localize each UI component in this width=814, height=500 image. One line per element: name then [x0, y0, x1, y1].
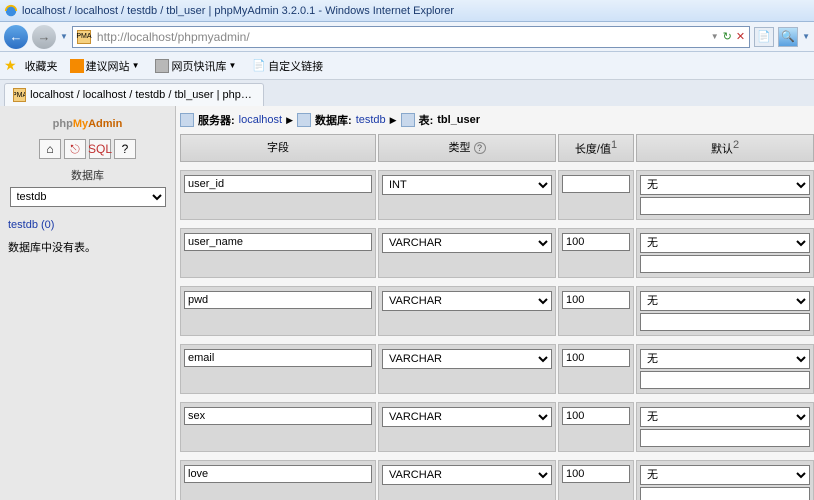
suggested-sites[interactable]: 建议网站 ▼ [66, 56, 144, 76]
stop-icon[interactable]: ✕ [736, 30, 745, 43]
browser-tab[interactable]: PMA localhost / localhost / testdb / tbl… [4, 83, 264, 106]
database-select[interactable]: testdb [10, 187, 166, 207]
logout-icon[interactable]: ⎋ [64, 139, 86, 159]
database-link[interactable]: testdb (0) [6, 219, 54, 231]
field-type-select[interactable]: VARCHAR [382, 291, 552, 311]
col-type: 类型? [378, 134, 556, 162]
field-type-select[interactable]: VARCHAR [382, 349, 552, 369]
address-bar[interactable]: PMA ▼ ↻ ✕ [72, 26, 750, 48]
compat-button[interactable]: 📄 [754, 27, 774, 47]
window-title: localhost / localhost / testdb / tbl_use… [22, 5, 454, 17]
field-length-input[interactable] [562, 407, 630, 425]
search-button[interactable]: 🔍 [778, 27, 798, 47]
field-name-input[interactable] [184, 175, 372, 193]
favorites-bar: ★ 收藏夹 建议网站 ▼ 网页快讯库 ▼ 📄 自定义链接 [0, 52, 814, 80]
star-icon[interactable]: ★ [4, 57, 17, 74]
field-default-select[interactable]: 无 [640, 233, 810, 253]
table-icon [401, 113, 415, 127]
chevron-down-icon[interactable]: ▼ [711, 32, 719, 41]
browser-navbar: ← → ▼ PMA ▼ ↻ ✕ 📄 🔍 ▼ [0, 22, 814, 52]
custom-links[interactable]: 📄 自定义链接 [248, 56, 327, 76]
url-input[interactable] [95, 29, 707, 45]
field-name-input[interactable] [184, 407, 372, 425]
breadcrumb: 服务器: localhost ▶ 数据库: testdb ▶ 表: tbl_us… [180, 110, 814, 134]
field-default-input[interactable] [640, 429, 810, 447]
phpmyadmin-logo: phpMyAdmin [53, 114, 123, 131]
pma-favicon: PMA [13, 88, 26, 102]
field-length-input[interactable] [562, 175, 630, 193]
field-type-select[interactable]: INT [382, 175, 552, 195]
web-slices[interactable]: 网页快讯库 ▼ [151, 56, 240, 76]
fields-grid: 字段 类型? 长度/值1 默认2 INT无 VARCHAR无 VARCHAR无 … [180, 134, 814, 500]
pma-favicon: PMA [77, 30, 91, 44]
field-name-input[interactable] [184, 349, 372, 367]
field-name-input[interactable] [184, 233, 372, 251]
field-default-input[interactable] [640, 487, 810, 500]
db-link[interactable]: testdb [356, 114, 386, 126]
col-default: 默认2 [636, 134, 814, 162]
field-default-input[interactable] [640, 371, 810, 389]
field-default-select[interactable]: 无 [640, 349, 810, 369]
server-label: 服务器: [198, 112, 235, 128]
back-button[interactable]: ← [4, 25, 28, 49]
sql-icon[interactable]: SQL [89, 139, 111, 159]
refresh-icon[interactable]: ↻ [723, 30, 732, 43]
chevron-down-icon[interactable]: ▼ [802, 32, 810, 41]
page-icon: 📄 [252, 59, 266, 72]
field-default-input[interactable] [640, 313, 810, 331]
field-type-select[interactable]: VARCHAR [382, 233, 552, 253]
field-default-input[interactable] [640, 197, 810, 215]
field-name-input[interactable] [184, 291, 372, 309]
ie-icon [4, 4, 18, 18]
slice-icon [155, 59, 169, 73]
docs-icon[interactable]: ? [114, 139, 136, 159]
field-type-select[interactable]: VARCHAR [382, 407, 552, 427]
sidebar: phpMyAdmin ⌂ ⎋ SQL ? 数据库 testdb testdb (… [0, 106, 176, 500]
field-length-input[interactable] [562, 233, 630, 251]
orange-icon [70, 59, 84, 73]
caret-icon: ▶ [286, 115, 293, 126]
field-length-input[interactable] [562, 465, 630, 483]
tab-bar: PMA localhost / localhost / testdb / tbl… [0, 80, 814, 106]
field-type-select[interactable]: VARCHAR [382, 465, 552, 485]
db-label: 数据库: [315, 112, 352, 128]
no-tables-text: 数据库中没有表。 [6, 239, 96, 255]
favorites-label: 收藏夹 [25, 58, 58, 74]
main-panel: 服务器: localhost ▶ 数据库: testdb ▶ 表: tbl_us… [176, 106, 814, 500]
window-titlebar: localhost / localhost / testdb / tbl_use… [0, 0, 814, 22]
field-length-input[interactable] [562, 349, 630, 367]
home-icon[interactable]: ⌂ [39, 139, 61, 159]
tab-title: localhost / localhost / testdb / tbl_use… [30, 89, 255, 101]
field-length-input[interactable] [562, 291, 630, 309]
field-name-input[interactable] [184, 465, 372, 483]
field-default-select[interactable]: 无 [640, 407, 810, 427]
server-icon [180, 113, 194, 127]
table-name: tbl_user [437, 114, 480, 126]
col-length: 长度/值1 [558, 134, 634, 162]
database-icon [297, 113, 311, 127]
field-default-select[interactable]: 无 [640, 465, 810, 485]
help-icon[interactable]: ? [474, 142, 486, 154]
database-label: 数据库 [71, 167, 104, 183]
forward-button[interactable]: → [32, 25, 56, 49]
field-default-input[interactable] [640, 255, 810, 273]
caret-icon: ▶ [390, 115, 397, 126]
col-field: 字段 [180, 134, 376, 162]
table-label: 表: [419, 112, 434, 128]
field-default-select[interactable]: 无 [640, 291, 810, 311]
chevron-down-icon[interactable]: ▼ [60, 32, 68, 41]
server-link[interactable]: localhost [239, 114, 282, 126]
field-default-select[interactable]: 无 [640, 175, 810, 195]
